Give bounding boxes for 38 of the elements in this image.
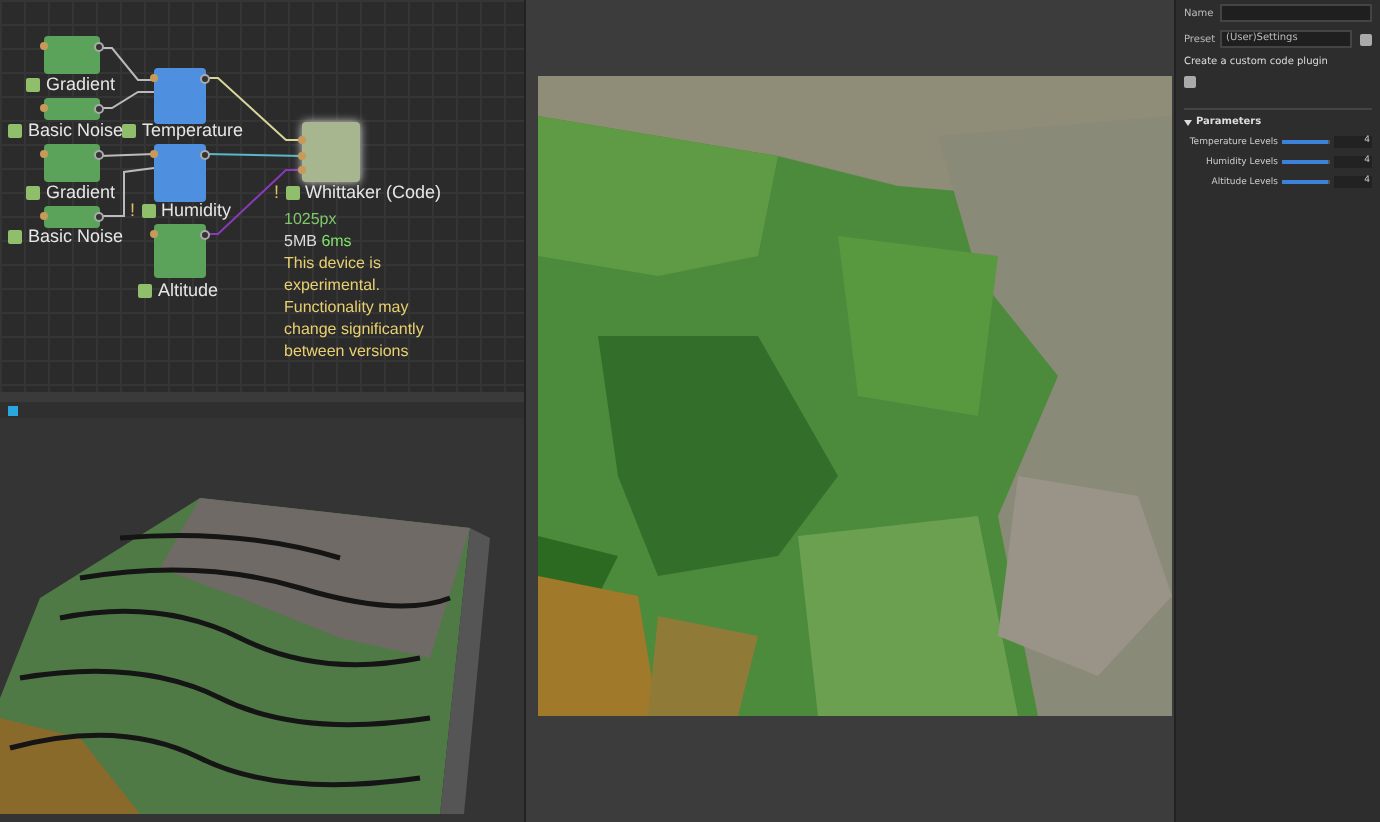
graph-node[interactable] <box>44 36 100 74</box>
graph-node[interactable] <box>44 206 100 228</box>
node-status-icon <box>8 123 22 137</box>
name-field[interactable] <box>1220 4 1372 22</box>
expand-icon[interactable] <box>1184 119 1192 125</box>
warning-mark: ! <box>274 182 280 202</box>
document-icon[interactable] <box>1184 76 1196 88</box>
graph-node[interactable] <box>44 98 100 120</box>
warning-message: This device is experimental. Functionality may change significantly between versions <box>284 252 426 362</box>
node-label: Whittaker (Code) <box>305 182 442 202</box>
graph-node[interactable] <box>154 68 206 124</box>
viewport-icon[interactable] <box>8 405 18 416</box>
node-status-icon <box>8 229 22 243</box>
code-node[interactable] <box>302 122 360 182</box>
node-status-icon <box>138 283 152 297</box>
resolution-text: 1025px <box>284 208 339 230</box>
node-label: Gradient <box>46 182 116 202</box>
graph-node[interactable] <box>154 144 206 202</box>
settings-icon[interactable] <box>1360 33 1372 45</box>
node-label: Gradient <box>46 74 116 94</box>
wire <box>99 91 155 109</box>
node-status-icon <box>26 77 40 91</box>
warning-mark: ! <box>130 200 136 220</box>
node-label: Basic Noise <box>28 120 124 140</box>
node-label: Humidity <box>161 200 232 220</box>
node-status-icon <box>285 185 300 199</box>
graph-node[interactable] <box>44 144 100 182</box>
wire <box>205 153 303 157</box>
node-status-icon <box>26 185 40 199</box>
wire <box>99 153 155 157</box>
stats-text: 5MB 6ms <box>284 230 354 252</box>
node-label: Basic Noise <box>28 226 124 246</box>
graph-node[interactable] <box>154 224 206 278</box>
node-status-icon <box>122 123 136 137</box>
node-label: Altitude <box>158 280 219 300</box>
wire <box>99 47 155 81</box>
node-status-icon <box>141 203 156 217</box>
node-label: Temperature <box>142 120 244 140</box>
